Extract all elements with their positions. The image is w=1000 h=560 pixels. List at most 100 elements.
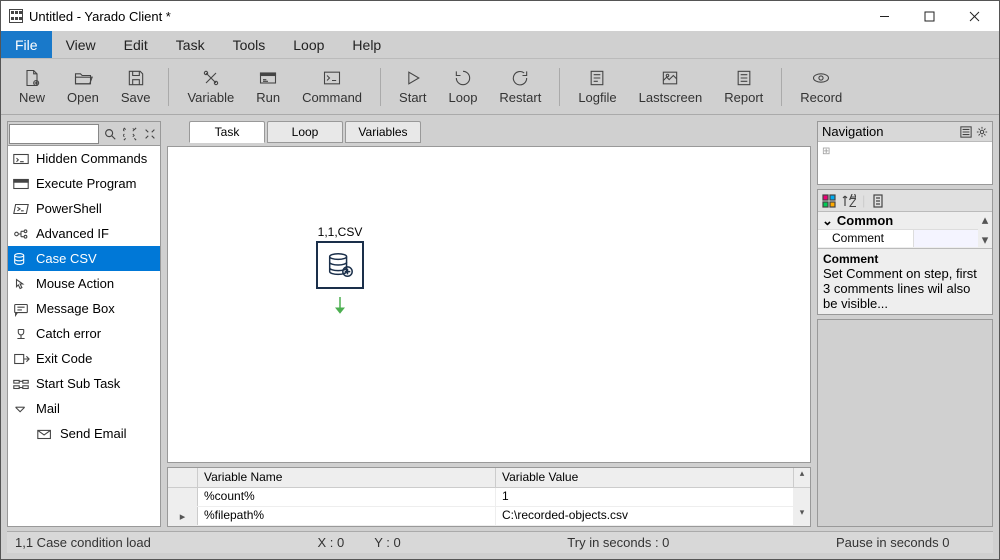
- task-node[interactable]: 1,1,CSV: [316, 225, 364, 318]
- cmd-catch-error[interactable]: Catch error: [8, 321, 160, 346]
- status-pause: Pause in seconds 0: [836, 535, 949, 550]
- variable-button[interactable]: Variable: [177, 66, 244, 107]
- task-canvas[interactable]: 1,1,CSV: [167, 146, 811, 463]
- node-label: 1,1,CSV: [318, 225, 363, 239]
- statusbar: 1,1 Case condition load X : 0 Y : 0 Try …: [7, 531, 993, 553]
- loop-label: Loop: [449, 90, 478, 105]
- tab-variables[interactable]: Variables: [345, 121, 421, 143]
- col-variable-value[interactable]: Variable Value: [496, 468, 794, 487]
- tab-loop[interactable]: Loop: [267, 121, 343, 143]
- canvas-tabs: Task Loop Variables: [167, 121, 811, 143]
- variable-label: Variable: [187, 90, 234, 105]
- property-value-input[interactable]: [914, 230, 978, 247]
- new-label: New: [19, 90, 45, 105]
- table-row[interactable]: ▸ %filepath% C:\recorded-objects.csv ▾: [168, 507, 810, 526]
- scroll-down-icon[interactable]: ▾: [794, 507, 810, 525]
- run-label: Run: [256, 90, 280, 105]
- close-button[interactable]: [952, 2, 997, 30]
- run-button[interactable]: Run: [246, 66, 290, 107]
- cmd-case-csv[interactable]: Case CSV: [8, 246, 160, 271]
- cmd-mail[interactable]: Mail: [8, 396, 160, 421]
- table-row[interactable]: %count% 1: [168, 488, 810, 507]
- record-label: Record: [800, 90, 842, 105]
- command-button[interactable]: Command: [292, 66, 372, 107]
- scroll-down-icon[interactable]: ▾: [978, 232, 992, 248]
- status-y: Y : 0: [374, 535, 401, 550]
- cmd-execute-program[interactable]: Execute Program: [8, 171, 160, 196]
- navigation-body[interactable]: ⊞: [818, 142, 992, 184]
- cmd-exit-code[interactable]: Exit Code: [8, 346, 160, 371]
- arrow-down-icon: [335, 297, 345, 318]
- tab-task[interactable]: Task: [189, 121, 265, 143]
- scroll-up-icon[interactable]: ▴: [794, 468, 810, 487]
- cmd-hidden-commands[interactable]: Hidden Commands: [8, 146, 160, 171]
- start-label: Start: [399, 90, 426, 105]
- restart-button[interactable]: Restart: [489, 66, 551, 107]
- scroll-up-icon[interactable]: ▴: [978, 212, 992, 228]
- separator: [781, 68, 782, 106]
- menu-view[interactable]: View: [52, 31, 110, 58]
- app-icon: [9, 9, 23, 23]
- lastscreen-label: Lastscreen: [639, 90, 703, 105]
- property-category[interactable]: ⌄Common: [818, 212, 978, 230]
- open-label: Open: [67, 90, 99, 105]
- expand-icon[interactable]: [120, 127, 140, 141]
- navigation-title: Navigation: [822, 124, 883, 139]
- loop-button[interactable]: Loop: [439, 66, 488, 107]
- categorize-icon[interactable]: [822, 194, 836, 208]
- new-button[interactable]: New: [9, 66, 55, 107]
- lastscreen-button[interactable]: Lastscreen: [629, 66, 713, 107]
- menu-task[interactable]: Task: [162, 31, 219, 58]
- command-search-row: [7, 121, 161, 145]
- search-icon[interactable]: [100, 127, 120, 141]
- col-variable-name[interactable]: Variable Name: [198, 468, 496, 487]
- property-description: Comment Set Comment on step, first 3 com…: [818, 248, 992, 314]
- open-button[interactable]: Open: [57, 66, 109, 107]
- window-title: Untitled - Yarado Client *: [29, 9, 862, 24]
- status-try: Try in seconds : 0: [567, 535, 669, 550]
- cmd-start-subtask[interactable]: Start Sub Task: [8, 371, 160, 396]
- separator: [559, 68, 560, 106]
- menu-loop[interactable]: Loop: [279, 31, 338, 58]
- cmd-message-box[interactable]: Message Box: [8, 296, 160, 321]
- property-row[interactable]: Comment: [818, 230, 978, 248]
- save-button[interactable]: Save: [111, 66, 161, 107]
- separator: [168, 68, 169, 106]
- save-label: Save: [121, 90, 151, 105]
- navigation-panel: Navigation ⊞: [817, 121, 993, 185]
- menu-help[interactable]: Help: [338, 31, 395, 58]
- menu-edit[interactable]: Edit: [110, 31, 162, 58]
- collapse-icon[interactable]: [140, 127, 160, 141]
- record-button[interactable]: Record: [790, 66, 852, 107]
- minimize-button[interactable]: [862, 2, 907, 30]
- list-icon[interactable]: [960, 126, 972, 138]
- menubar: File View Edit Task Tools Loop Help: [1, 31, 999, 59]
- command-label: Command: [302, 90, 362, 105]
- status-left: 1,1 Case condition load: [15, 535, 151, 550]
- command-search-input[interactable]: [9, 124, 99, 144]
- cmd-mouse-action[interactable]: Mouse Action: [8, 271, 160, 296]
- svg-text:Z: Z: [849, 195, 856, 208]
- report-button[interactable]: Report: [714, 66, 773, 107]
- properties-panel: AZ | ⌄Common Comment ▴▾ Comment Set Comm…: [817, 189, 993, 315]
- cmd-send-email[interactable]: Send Email: [8, 421, 160, 446]
- separator: [380, 68, 381, 106]
- status-x: X : 0: [317, 535, 344, 550]
- restart-label: Restart: [499, 90, 541, 105]
- command-list: Hidden Commands Execute Program PowerShe…: [7, 145, 161, 527]
- report-label: Report: [724, 90, 763, 105]
- start-button[interactable]: Start: [389, 66, 436, 107]
- menu-file[interactable]: File: [1, 31, 52, 58]
- maximize-button[interactable]: [907, 2, 952, 30]
- cmd-powershell[interactable]: PowerShell: [8, 196, 160, 221]
- titlebar: Untitled - Yarado Client *: [1, 1, 999, 31]
- toolbar: New Open Save Variable Run Command Start…: [1, 59, 999, 115]
- sort-icon[interactable]: AZ: [842, 194, 856, 208]
- gear-icon[interactable]: [976, 126, 988, 138]
- menu-tools[interactable]: Tools: [219, 31, 280, 58]
- page-icon[interactable]: [871, 194, 885, 208]
- empty-panel: [817, 319, 993, 527]
- variable-table: Variable Name Variable Value ▴ %count% 1…: [167, 467, 811, 527]
- cmd-advanced-if[interactable]: Advanced IF: [8, 221, 160, 246]
- logfile-button[interactable]: Logfile: [568, 66, 626, 107]
